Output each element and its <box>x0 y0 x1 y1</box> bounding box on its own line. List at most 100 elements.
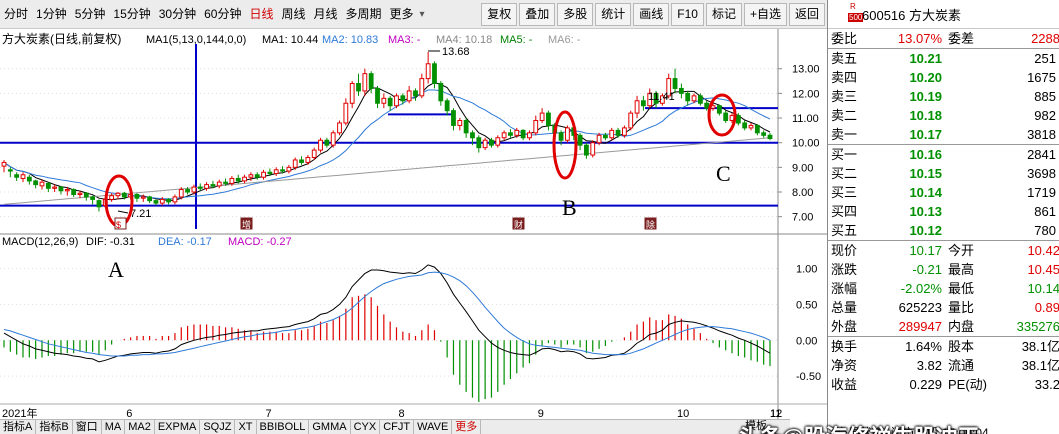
dea-line <box>3 271 771 357</box>
period-tab-4[interactable]: 30分钟 <box>155 0 200 29</box>
circle-B <box>552 110 578 180</box>
kline-chart-svg[interactable]: 13.00 12.00 11.00 10.00 9.00 8.00 7.00 1.00 0.50… <box>0 29 827 419</box>
row-volume: 2841 <box>1027 147 1056 162</box>
row-volume: 3818 <box>1027 127 1056 142</box>
candle-body <box>77 192 83 195</box>
indicator-tab-13[interactable]: 更多 <box>452 420 482 434</box>
stat-value-2: 33.2 <box>1034 377 1059 392</box>
toolbar-button-0[interactable]: 复权 <box>481 3 518 26</box>
period-tab-8[interactable]: 月线 <box>310 0 342 29</box>
bid-row-0[interactable]: 买一 10.16 2841 <box>828 145 1059 164</box>
candle-body <box>457 120 463 126</box>
period-tab-5[interactable]: 60分钟 <box>200 0 245 29</box>
function-buttons: 复权 叠加 多股 统计 画线 F10 标记 +自选 返回 <box>479 3 825 26</box>
candle-body <box>748 124 754 129</box>
weicha-label: 委差 <box>948 31 975 46</box>
candle-body <box>425 63 431 80</box>
candle-body <box>242 176 247 182</box>
price-axis-label: 9.00 <box>792 162 813 174</box>
indicator-tab-5[interactable]: EXPMA <box>155 420 201 434</box>
period-tab-1[interactable]: 1分钟 <box>32 0 71 29</box>
period-tab-3[interactable]: 15分钟 <box>109 0 154 29</box>
stat-label-1: 换手 <box>831 339 858 354</box>
candle-body <box>121 192 127 198</box>
toolbar-button-1[interactable]: 叠加 <box>519 3 556 26</box>
period-tab-6[interactable]: 日线 <box>245 0 277 29</box>
stat-label-1: 现价 <box>831 243 858 258</box>
weibi-label: 委比 <box>831 31 858 46</box>
label-B: B <box>562 195 577 220</box>
indicator-tab-8[interactable]: BBIBOLL <box>257 420 310 434</box>
label-A: A <box>108 257 124 282</box>
kline-chart-area[interactable]: 13.00 12.00 11.00 10.00 9.00 8.00 7.00 1.00 0.50… <box>0 29 827 434</box>
candle-body <box>286 166 292 172</box>
row-price: 10.16 <box>909 147 942 162</box>
price-axis-label: 11.00 <box>792 113 819 125</box>
ma5-value: MA5: - <box>500 34 533 46</box>
ask-row-4[interactable]: 卖一 10.17 3818 <box>828 125 1059 144</box>
indicator-tab-6[interactable]: SQJZ <box>200 420 236 434</box>
stock-app: 分时 1分钟 5分钟 15分钟 30分钟 60分钟 日线 周线 月线 多周期 更多 ▾ 复权 叠加 多股统… <box>0 0 1059 434</box>
indicator-tab-9[interactable]: GMMA <box>309 420 351 434</box>
indicator-tab-10[interactable]: CYX <box>351 420 381 434</box>
candle-body <box>533 120 539 134</box>
row-price: 10.21 <box>909 51 942 66</box>
toolbar-button-4[interactable]: 画线 <box>633 3 670 26</box>
indicator-tab-0[interactable]: 指标A <box>0 420 37 434</box>
ask-row-0[interactable]: 卖五 10.21 251 <box>828 49 1059 68</box>
bid-row-3[interactable]: 买四 10.13 861 <box>828 202 1059 221</box>
bid-row-1[interactable]: 买二 10.15 3698 <box>828 164 1059 183</box>
indicator-tab-1[interactable]: 指标B <box>36 420 73 434</box>
indicator-tab-7[interactable]: XT <box>235 420 257 434</box>
candle-body <box>742 122 748 129</box>
chevron-down-icon[interactable]: ▾ <box>418 9 425 20</box>
candle-body <box>216 181 222 187</box>
toolbar-button-7[interactable]: +自选 <box>743 3 787 26</box>
ask-row-2[interactable]: 卖三 10.19 885 <box>828 87 1059 106</box>
row-volume: 251 <box>1034 51 1056 66</box>
candle-body <box>546 112 551 126</box>
indicator-tab-12[interactable]: WAVE <box>414 420 453 434</box>
event-marker-label: 除 <box>646 219 655 230</box>
index-badge-icon: R 500 <box>832 1 864 27</box>
candle-body <box>387 97 393 107</box>
indicator-tab-3[interactable]: MA <box>102 420 126 434</box>
candle-body <box>52 186 58 189</box>
candle-body <box>577 134 583 146</box>
toolbar-button-8[interactable]: 返回 <box>788 3 825 26</box>
period-tab-7[interactable]: 周线 <box>277 0 309 29</box>
period-tab-2[interactable]: 5分钟 <box>71 0 110 29</box>
period-tab-10[interactable]: 更多 <box>386 0 418 29</box>
candle-body <box>451 110 456 126</box>
ask-row-3[interactable]: 卖二 10.18 982 <box>828 106 1059 125</box>
ask-row-1[interactable]: 卖四 10.20 1675 <box>828 68 1059 87</box>
candle-body <box>697 95 703 104</box>
stat-value-1: 0.229 <box>909 377 942 392</box>
indicator-tab-4[interactable]: MA2 <box>125 420 155 434</box>
candle-body <box>463 120 469 134</box>
indicator-tab-11[interactable]: CFJT <box>380 420 415 434</box>
stat-value-1: -2.02% <box>900 281 942 296</box>
toolbar-button-3[interactable]: 统计 <box>595 3 632 26</box>
period-tab-0[interactable]: 分时 <box>0 0 32 29</box>
stat-label-2: 最高 <box>948 262 975 277</box>
toolbar-button-2[interactable]: 多股 <box>557 3 594 26</box>
toolbar-button-5[interactable]: F10 <box>671 3 704 26</box>
period-tab-9[interactable]: 多周期 <box>342 0 386 29</box>
indicator-tab-2[interactable]: 窗口 <box>73 420 102 434</box>
candle-body <box>539 112 545 122</box>
candle-body <box>337 122 342 134</box>
candle-body <box>229 177 235 184</box>
bid-row-4[interactable]: 买五 10.12 780 <box>828 221 1059 240</box>
stat-label-1: 收益 <box>831 377 858 392</box>
candle-body <box>204 184 209 189</box>
toolbar-button-6[interactable]: 标记 <box>705 3 742 26</box>
row-volume: 780 <box>1034 223 1056 238</box>
row-volume: 861 <box>1034 204 1056 219</box>
candle-body <box>1 161 7 167</box>
stat-label-1: 涨幅 <box>831 281 858 296</box>
row-label: 买四 <box>831 204 858 219</box>
candle-body <box>438 83 444 102</box>
macd-name: MACD(12,26,9) <box>2 236 78 248</box>
bid-row-2[interactable]: 买三 10.14 1719 <box>828 183 1059 202</box>
